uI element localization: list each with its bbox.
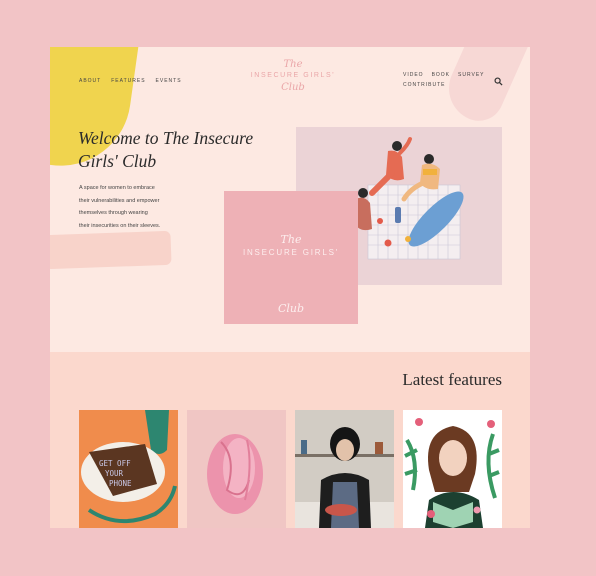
hero-text-line: A space for women to embrace: [79, 185, 155, 191]
nav-features[interactable]: FEATURES: [111, 78, 145, 84]
nav-about[interactable]: ABOUT: [79, 78, 101, 84]
cake-text-line-2: YOUR: [105, 469, 124, 478]
website-page: ABOUT FEATURES EVENTS The INSECURE GIRLS…: [50, 47, 530, 528]
hero-description: A space for women to embrace their vulne…: [79, 182, 197, 232]
hero-title: Welcome to The Insecure Girls' Club: [78, 127, 278, 173]
pink-brush-stroke: [50, 230, 172, 270]
nav-contribute[interactable]: CONTRIBUTE: [403, 82, 446, 88]
card-script-top: The: [280, 233, 302, 246]
logo-script-bottom: Club: [281, 82, 305, 93]
brand-card: The INSECURE GIRLS' Club: [224, 191, 358, 324]
cake-text-line-1: GET OFF: [99, 459, 131, 468]
card-wordmark: INSECURE GIRLS': [242, 248, 340, 257]
hero-text-line: themselves through wearing: [79, 210, 148, 216]
bottle: [395, 207, 401, 223]
fruit: [377, 218, 383, 224]
nav-survey[interactable]: SURVEY: [458, 72, 484, 78]
feature-card-portrait[interactable]: [295, 410, 394, 528]
hero-text-line: their insecurities on their sleeves.: [79, 222, 161, 229]
nav-left: ABOUT FEATURES EVENTS: [79, 78, 182, 84]
logo-wordmark: INSECURE GIRLS': [250, 72, 336, 79]
flower-photo: [187, 410, 286, 528]
card-script-bottom: Club: [277, 302, 305, 315]
logo-script-top: The: [283, 59, 303, 70]
nav-right: VIDEO BOOK SURVEY CONTRIBUTE: [403, 72, 503, 88]
search-icon[interactable]: [494, 77, 503, 86]
reading-woman-illustration: [403, 410, 502, 528]
feature-card-illustration[interactable]: [403, 410, 502, 528]
portrait-photo: [295, 410, 394, 528]
features-section: Latest features GET OFF YOUR PHONE: [50, 352, 530, 528]
cake-text-line-3: PHONE: [109, 479, 132, 488]
hero-text-line: their vulnerabilities and empower: [79, 197, 160, 204]
hero-title-line-2: Girls' Club: [78, 151, 157, 171]
hero-title-line-1: Welcome to The Insecure: [78, 128, 254, 148]
nav-video[interactable]: VIDEO: [403, 72, 424, 78]
nav-events[interactable]: EVENTS: [156, 78, 182, 84]
cake-photo: GET OFF YOUR PHONE: [79, 410, 178, 528]
hero-section: ABOUT FEATURES EVENTS The INSECURE GIRLS…: [50, 47, 530, 352]
fruit: [405, 236, 411, 242]
feature-card-flower[interactable]: [187, 410, 286, 528]
features-title: Latest features: [402, 370, 502, 389]
nav-book[interactable]: BOOK: [432, 72, 450, 78]
feature-card-cake[interactable]: GET OFF YOUR PHONE: [79, 410, 178, 528]
site-logo[interactable]: The INSECURE GIRLS' Club: [233, 59, 353, 109]
fruit: [384, 239, 392, 247]
